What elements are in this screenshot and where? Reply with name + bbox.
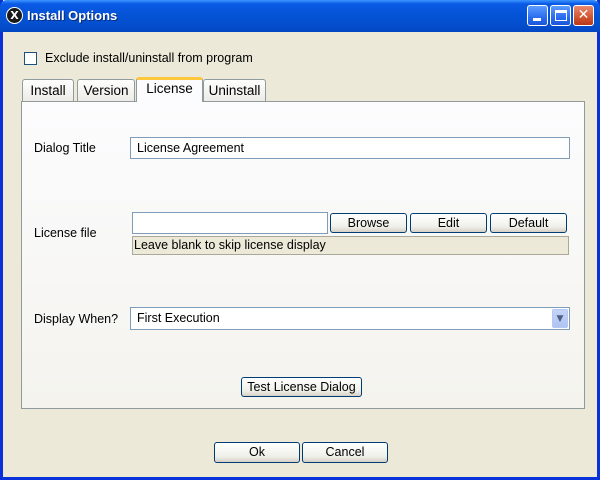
- maximize-icon: [555, 10, 567, 21]
- test-license-dialog-button[interactable]: Test License Dialog: [241, 377, 362, 397]
- close-button[interactable]: ✕: [573, 5, 594, 26]
- display-when-select[interactable]: First Execution ▼: [130, 307, 570, 330]
- maximize-button[interactable]: [550, 5, 571, 26]
- cancel-button[interactable]: Cancel: [302, 442, 388, 463]
- browse-button[interactable]: Browse: [330, 213, 407, 233]
- chevron-down-icon[interactable]: ▼: [552, 309, 568, 328]
- dialog-title-input[interactable]: License Agreement: [130, 137, 570, 159]
- minimize-button[interactable]: [527, 5, 548, 26]
- license-hint-text: Leave blank to skip license display: [132, 236, 569, 255]
- exclude-checkbox[interactable]: [24, 52, 37, 65]
- ok-button[interactable]: Ok: [214, 442, 300, 463]
- window-title: Install Options: [27, 8, 118, 23]
- install-options-window: X Install Options ✕ Exclude install/unin…: [0, 0, 600, 480]
- exclude-checkbox-label[interactable]: Exclude install/uninstall from program: [45, 51, 253, 65]
- edit-button[interactable]: Edit: [410, 213, 487, 233]
- minimize-icon: [533, 18, 541, 21]
- display-when-label: Display When?: [34, 312, 119, 326]
- tab-license[interactable]: License: [136, 77, 203, 102]
- default-button[interactable]: Default: [490, 213, 567, 233]
- app-x-icon: X: [6, 7, 23, 24]
- close-icon: ✕: [577, 7, 590, 23]
- license-file-input[interactable]: [132, 212, 328, 234]
- title-bar[interactable]: X Install Options ✕: [0, 0, 600, 32]
- tab-version[interactable]: Version: [77, 79, 135, 101]
- tab-uninstall[interactable]: Uninstall: [203, 79, 266, 101]
- license-file-label: License file: [34, 226, 97, 240]
- tab-install[interactable]: Install: [22, 79, 74, 101]
- dialog-title-label: Dialog Title: [34, 141, 96, 155]
- display-when-value: First Execution: [137, 311, 220, 325]
